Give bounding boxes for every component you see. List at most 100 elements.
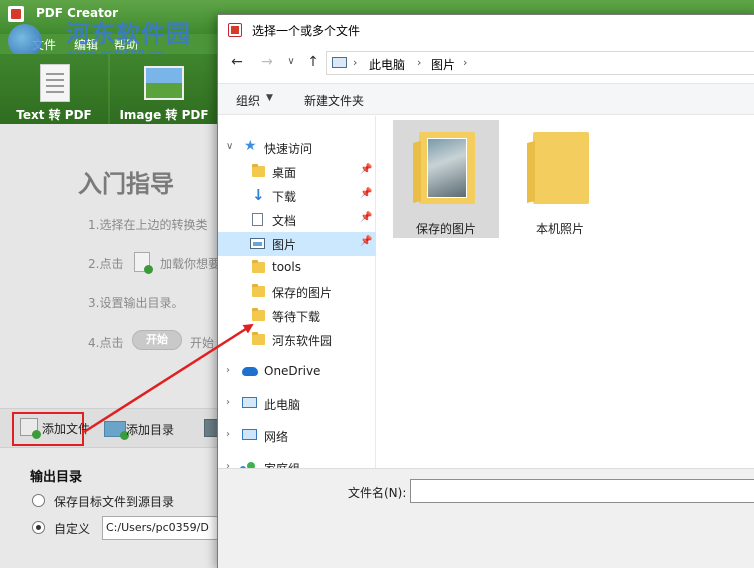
- nav-label: 文档: [272, 214, 297, 228]
- file-list: 保存的图片 本机照片: [377, 116, 754, 468]
- pin-icon: 📌: [360, 188, 373, 199]
- folder-icon: [252, 332, 265, 345]
- chevron-right-icon[interactable]: ›: [463, 56, 467, 69]
- dialog-footer: 文件名(N):: [218, 468, 754, 568]
- output-path-field[interactable]: C:/Users/pc0359/D: [102, 516, 232, 540]
- dialog-navbar: ← → ∨ ↑ › 此电脑 › 图片 ›: [218, 45, 754, 79]
- chevron-right-icon[interactable]: ›: [226, 429, 230, 440]
- add-file-label: 添加文件: [42, 422, 91, 436]
- chevron-right-icon[interactable]: ›: [226, 365, 230, 376]
- download-icon: ↓: [252, 186, 265, 204]
- pin-icon: 📌: [360, 212, 373, 223]
- nav-label: tools: [272, 260, 301, 274]
- nav-item-this-pc[interactable]: › 此电脑: [218, 392, 376, 416]
- add-file-icon: [20, 418, 41, 439]
- dialog-title: 选择一个或多个文件: [252, 24, 361, 38]
- back-arrow-icon[interactable]: ←: [228, 53, 246, 71]
- nav-label: 此电脑: [264, 398, 301, 412]
- open-file-dialog: 选择一个或多个文件 ← → ∨ ↑ › 此电脑 › 图片 › 组织 ▼ 新建文件…: [217, 14, 754, 568]
- nav-label: 桌面: [272, 166, 297, 180]
- nav-item-quick-access[interactable]: ∨ ★ 快速访问: [218, 136, 376, 160]
- nav-item-downloads[interactable]: ↓ 下载 📌: [218, 184, 376, 208]
- chevron-down-icon[interactable]: ∨: [282, 53, 300, 71]
- document-icon: [252, 213, 263, 226]
- folder-tile-camera-roll[interactable]: 本机照片: [507, 120, 613, 238]
- tab-image-to-pdf-label: Image 转 PDF: [119, 108, 209, 122]
- chevron-right-icon[interactable]: ›: [226, 397, 230, 408]
- breadcrumb-pictures[interactable]: 图片: [431, 56, 455, 73]
- navigation-pane: ∨ ★ 快速访问 桌面 📌 ↓ 下载 📌 文档 📌 图片 📌 tools 保存的…: [218, 116, 376, 476]
- add-file-button[interactable]: 添加文件: [12, 412, 90, 446]
- pin-icon: 📌: [360, 164, 373, 175]
- nav-label: 保存的图片: [272, 286, 333, 300]
- up-arrow-icon[interactable]: ↑: [304, 53, 322, 71]
- dialog-titlebar: 选择一个或多个文件: [218, 15, 754, 45]
- app-logo-icon: [8, 6, 24, 22]
- add-file-icon: [134, 252, 153, 274]
- chevron-right-icon[interactable]: ›: [417, 56, 421, 69]
- tab-image-to-pdf[interactable]: Image 转 PDF: [110, 54, 218, 124]
- nav-label: 等待下载: [272, 310, 321, 324]
- tab-text-to-pdf-label: Text 转 PDF: [16, 108, 92, 122]
- folder-icon: [533, 132, 589, 204]
- nav-item-saved-pictures[interactable]: 保存的图片: [218, 280, 376, 304]
- output-heading: 输出目录: [30, 470, 83, 485]
- getting-started-guide: 入门指导 1.选择在上边的转换类 2.点击 加载你想要 3.设置输出目录。 4.…: [0, 124, 220, 408]
- folder-tile-saved-pictures[interactable]: 保存的图片: [393, 120, 499, 238]
- radio-custom-directory-label[interactable]: 自定义: [54, 520, 90, 537]
- nav-item-documents[interactable]: 文档 📌: [218, 208, 376, 232]
- photo-thumbnail: [427, 138, 467, 198]
- guide-step-2-tail: 加载你想要: [160, 257, 221, 271]
- filename-label: 文件名(N):: [348, 486, 407, 500]
- folder-tile-label: 保存的图片: [415, 222, 476, 236]
- pictures-icon: [250, 238, 265, 249]
- output-directory-section: 输出目录 保存目标文件到源目录 自定义 C:/Users/pc0359/D: [0, 448, 232, 568]
- nav-label: OneDrive: [264, 364, 321, 378]
- guide-step-3: 3.设置输出目录。: [88, 296, 184, 310]
- watermark-logo: [8, 24, 42, 58]
- address-bar[interactable]: › 此电脑 › 图片 ›: [326, 51, 754, 75]
- radio-save-to-source[interactable]: [32, 494, 45, 507]
- dialog-command-bar: 组织 ▼ 新建文件夹: [218, 83, 754, 115]
- guide-step-1: 1.选择在上边的转换类: [88, 218, 208, 232]
- radio-save-to-source-label[interactable]: 保存目标文件到源目录: [54, 493, 174, 510]
- add-directory-button[interactable]: 添加目录: [98, 415, 188, 443]
- file-toolbar: 添加文件 添加目录: [0, 408, 220, 448]
- forward-arrow-icon[interactable]: →: [258, 53, 276, 71]
- breadcrumb-this-pc[interactable]: 此电脑: [369, 56, 405, 73]
- nav-label: 快速访问: [264, 142, 313, 156]
- filename-input[interactable]: [410, 479, 754, 503]
- new-folder-button[interactable]: 新建文件夹: [304, 92, 364, 109]
- guide-title: 入门指导: [78, 170, 174, 198]
- chevron-down-icon[interactable]: ▼: [266, 93, 273, 103]
- star-icon: ★: [244, 138, 257, 154]
- folder-icon: [252, 164, 265, 177]
- folder-icon: [252, 260, 265, 273]
- folder-icon: [252, 284, 265, 297]
- nav-item-tools[interactable]: tools: [218, 256, 376, 280]
- image-icon: [144, 66, 184, 100]
- chevron-down-icon[interactable]: ∨: [226, 141, 233, 152]
- cloud-icon: [242, 367, 258, 376]
- start-button-illustration: 开始: [132, 330, 182, 350]
- tab-text-to-pdf[interactable]: Text 转 PDF: [0, 54, 108, 124]
- nav-item-hedong[interactable]: 河东软件园: [218, 328, 376, 352]
- guide-step-4-tail: 开始: [190, 336, 215, 350]
- guide-step-4: 4.点击: [88, 336, 124, 350]
- radio-custom-directory[interactable]: [32, 521, 45, 534]
- add-folder-icon: [104, 421, 129, 440]
- nav-item-pending-downloads[interactable]: 等待下载: [218, 304, 376, 328]
- watermark-text: 河东软件园: [66, 20, 191, 48]
- organize-button[interactable]: 组织: [236, 92, 260, 109]
- computer-icon: [332, 57, 347, 68]
- folder-icon: [252, 308, 265, 321]
- nav-item-pictures[interactable]: 图片 📌: [218, 232, 376, 256]
- chevron-right-icon[interactable]: ›: [353, 56, 357, 69]
- nav-item-network[interactable]: › 网络: [218, 424, 376, 448]
- nav-label: 图片: [272, 238, 297, 252]
- nav-item-onedrive[interactable]: › OneDrive: [218, 360, 376, 384]
- app-logo-icon: [228, 23, 242, 37]
- guide-step-2: 2.点击: [88, 257, 124, 271]
- nav-label: 网络: [264, 430, 289, 444]
- nav-item-desktop[interactable]: 桌面 📌: [218, 160, 376, 184]
